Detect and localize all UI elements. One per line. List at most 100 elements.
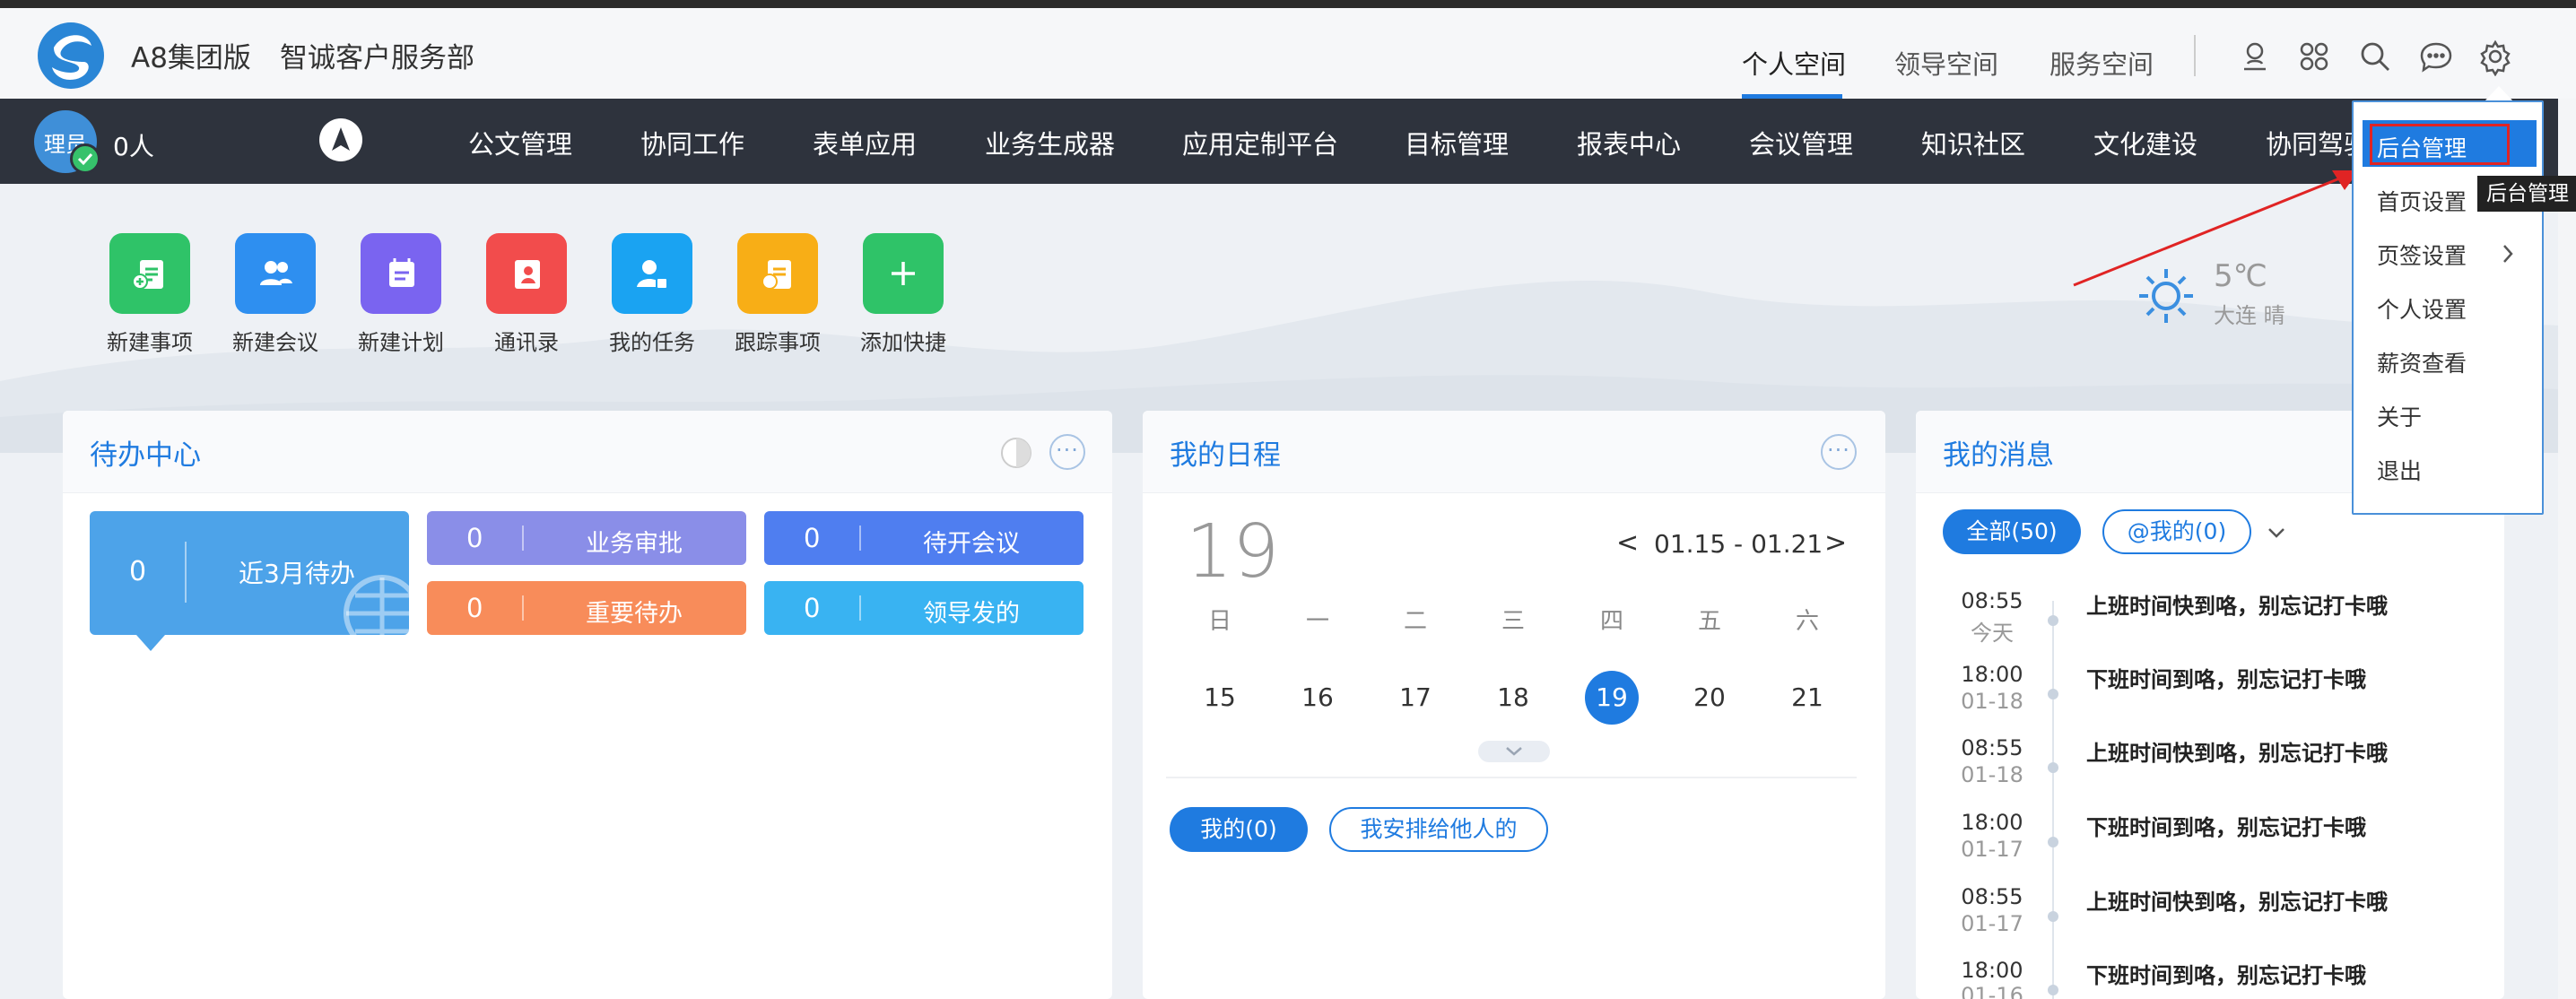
tab-service-space[interactable]: 服务空间	[2049, 44, 2154, 82]
chevron-down-icon	[1506, 747, 1522, 756]
nav-item-forms[interactable]: 表单应用	[813, 124, 917, 161]
shortcut-new-meeting[interactable]: 新建会议	[226, 233, 325, 356]
nav-item-document[interactable]: 公文管理	[468, 124, 572, 161]
message-time: 08:55	[1961, 588, 2023, 613]
contrast-icon[interactable]	[999, 436, 1033, 470]
message-time: 18:00	[1961, 958, 2023, 983]
calendar-date[interactable]: 16	[1291, 671, 1345, 725]
shortcut-add[interactable]: 添加快捷	[854, 233, 953, 356]
message-date: 01-17	[1961, 837, 2023, 862]
nav-item-culture[interactable]: 文化建设	[2093, 124, 2197, 161]
chevron-right-icon	[2503, 245, 2513, 263]
prev-week-button[interactable]: <	[1616, 527, 1639, 559]
calendar-date[interactable]: 15	[1193, 671, 1247, 725]
timeline-dot	[2048, 985, 2058, 995]
shortcut-label: 跟踪事项	[735, 330, 821, 355]
timeline-dot	[2048, 837, 2058, 847]
home-nav-icon[interactable]	[319, 118, 362, 161]
todo-more-button[interactable]	[1049, 434, 1085, 470]
calendar-date[interactable]: 18	[1486, 671, 1540, 725]
message-item[interactable]: 下班时间到咯，别忘记打卡哦	[2086, 662, 2366, 693]
tooltip: 后台管理	[2477, 176, 2576, 212]
online-count[interactable]: 0人	[113, 127, 154, 163]
nav-item-collaboration[interactable]: 协同工作	[640, 124, 744, 161]
message-item[interactable]: 上班时间快到咯，别忘记打卡哦	[2086, 884, 2388, 916]
expand-calendar-button[interactable]	[1478, 741, 1550, 762]
todo-recent-card[interactable]: 0 近3月待办	[90, 511, 409, 651]
message-item[interactable]: 上班时间快到咯，别忘记打卡哦	[2086, 588, 2388, 620]
schedule-panel-header: 我的日程	[1143, 411, 1885, 493]
nav-item-report-center[interactable]: 报表中心	[1577, 124, 1681, 161]
todo-label: 重要待办	[586, 600, 683, 628]
app-name: A8集团版	[131, 42, 251, 74]
nav-item-knowledge[interactable]: 知识社区	[1921, 124, 2025, 161]
menu-item-admin[interactable]: 后台管理	[2377, 131, 2467, 163]
new-plan-icon	[361, 233, 441, 314]
current-day: 19	[1186, 509, 1280, 595]
nav-item-goal-management[interactable]: 目标管理	[1405, 124, 1509, 161]
menu-item-about[interactable]: 关于	[2377, 400, 2422, 432]
message-date: 01-18	[1961, 762, 2023, 787]
calendar-date[interactable]: 21	[1780, 671, 1834, 725]
nav-item-meeting[interactable]: 会议管理	[1749, 124, 1853, 161]
week-range: 01.15 - 01.21	[1654, 529, 1823, 559]
calendar-date-today[interactable]: 19	[1585, 671, 1639, 725]
todo-recent-count: 0	[129, 556, 147, 587]
timeline-dot	[2048, 689, 2058, 699]
shortcut-label: 新建事项	[107, 330, 193, 355]
shortcut-label: 新建会议	[232, 330, 318, 355]
tab-at-me-messages[interactable]: @我的(0)	[2102, 509, 2251, 554]
message-timeline	[2052, 601, 2054, 999]
message-item[interactable]: 上班时间快到咯，别忘记打卡哦	[2086, 735, 2388, 767]
todo-from-leader[interactable]: 0 领导发的	[764, 581, 1083, 635]
menu-item-logout[interactable]: 退出	[2377, 454, 2422, 486]
message-date: 01-18	[1961, 689, 2023, 714]
chat-icon[interactable]	[2416, 37, 2456, 76]
tab-all-messages[interactable]: 全部(50)	[1943, 509, 2081, 554]
nav-item-business-generator[interactable]: 业务生成器	[985, 124, 1115, 161]
next-week-button[interactable]: >	[1824, 527, 1847, 559]
menu-item-personal-settings[interactable]: 个人设置	[2377, 292, 2467, 325]
search-icon[interactable]	[2355, 37, 2395, 76]
todo-pending-meetings[interactable]: 0 待开会议	[764, 511, 1083, 565]
message-date: 01-17	[1961, 911, 2023, 936]
todo-important[interactable]: 0 重要待办	[427, 581, 746, 635]
weekday-label: 六	[1795, 608, 1819, 635]
tab-my-schedule[interactable]: 我的(0)	[1170, 807, 1308, 852]
todo-business-approval[interactable]: 0 业务审批	[427, 511, 746, 565]
page-scrollbar[interactable]	[2558, 99, 2576, 999]
gear-icon[interactable]	[2476, 37, 2515, 76]
message-item[interactable]: 下班时间到咯，别忘记打卡哦	[2086, 958, 2366, 989]
menu-item-tab-settings[interactable]: 页签设置	[2377, 239, 2467, 271]
shortcut-new-item[interactable]: 新建事项	[100, 233, 199, 356]
shortcut-new-plan[interactable]: 新建计划	[352, 233, 450, 356]
weekday-label: 一	[1305, 608, 1329, 635]
shortcut-my-tasks[interactable]: 我的任务	[603, 233, 701, 356]
message-time: 08:55	[1961, 884, 2023, 909]
menu-item-salary[interactable]: 薪资查看	[2377, 346, 2467, 378]
dropdown-caret	[2485, 86, 2513, 101]
shortcut-track-items[interactable]: 跟踪事项	[728, 233, 827, 356]
todo-panel: 待办中心	[63, 411, 1112, 999]
tab-leader-space[interactable]: 领导空间	[1894, 44, 1998, 82]
globe-icon	[344, 575, 409, 635]
menu-item-homepage-settings[interactable]: 首页设置	[2377, 185, 2467, 217]
calendar-date[interactable]: 20	[1683, 671, 1736, 725]
plus-icon	[863, 233, 944, 314]
calendar-date[interactable]: 17	[1388, 671, 1442, 725]
header: A8集团版 智诚客户服务部 个人空间 领导空间 服务空间	[0, 8, 2576, 99]
apps-grid-icon[interactable]	[2294, 37, 2334, 76]
chevron-down-icon[interactable]	[2264, 520, 2289, 545]
tab-personal-space[interactable]: 个人空间	[1742, 44, 1846, 82]
todo-label: 待开会议	[923, 530, 1020, 558]
nav-item-app-platform[interactable]: 应用定制平台	[1182, 124, 1338, 161]
weekday-label: 二	[1403, 608, 1427, 635]
schedule-more-button[interactable]	[1821, 434, 1857, 470]
location-person-icon[interactable]	[2235, 37, 2275, 76]
message-item[interactable]: 下班时间到咯，别忘记打卡哦	[2086, 810, 2366, 841]
tab-assigned-schedule[interactable]: 我安排给他人的	[1329, 807, 1548, 852]
timeline-dot	[2048, 615, 2058, 626]
todo-card-pointer	[136, 635, 165, 651]
shortcut-contacts[interactable]: 通讯录	[477, 233, 576, 356]
online-status-icon	[70, 143, 100, 174]
